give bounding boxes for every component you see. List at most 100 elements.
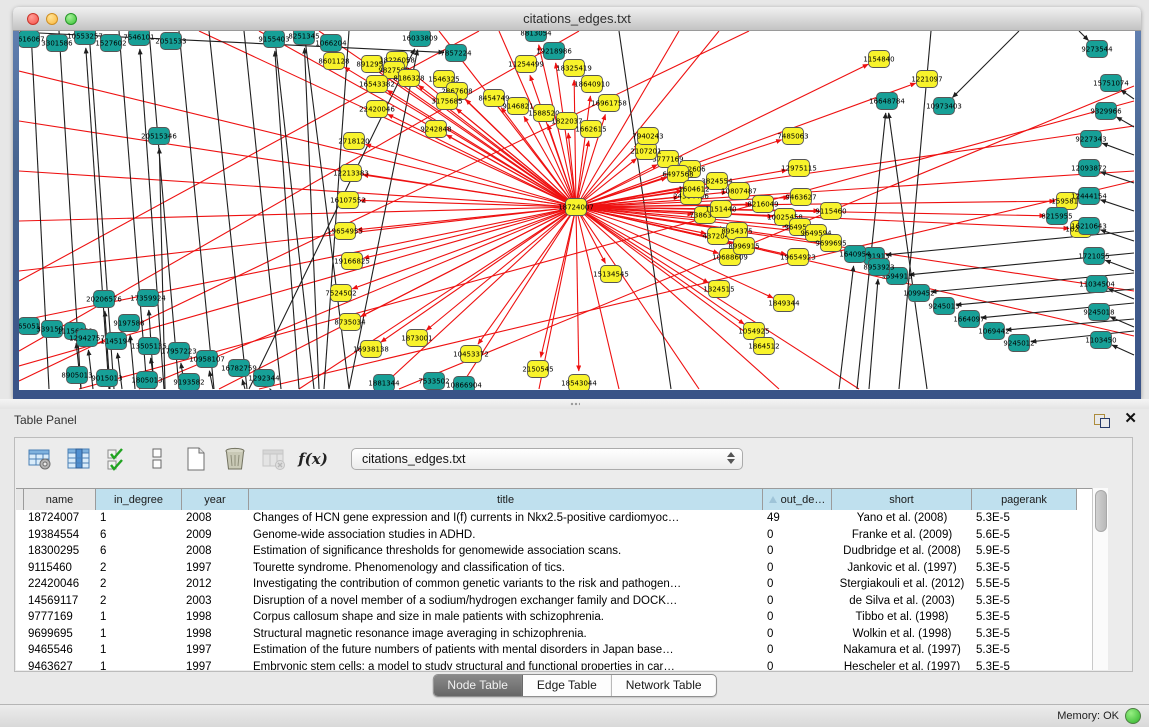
table-cell[interactable]: 1997 xyxy=(182,644,249,656)
table-cell[interactable]: 0 xyxy=(763,611,832,623)
network-graph-canvas[interactable]: 1872400786011288912955182260589827508818… xyxy=(19,31,1135,390)
graph-node[interactable]: 1881344 xyxy=(368,375,400,391)
graph-edge[interactable] xyxy=(952,31,1019,98)
table-cell[interactable]: Estimation of the future numbers of pati… xyxy=(249,644,763,656)
table-cell[interactable]: 5.5E-5 xyxy=(972,578,1077,590)
table-select-dropdown[interactable]: citations_edges.txt xyxy=(351,448,743,470)
table-cell[interactable]: Yano et al. (2008) xyxy=(832,512,972,524)
table-cell[interactable]: 0 xyxy=(763,628,832,640)
table-cell[interactable]: 0 xyxy=(763,562,832,574)
graph-node[interactable]: 9463627 xyxy=(785,189,816,206)
column-header-short[interactable]: short xyxy=(832,489,972,510)
table-cell[interactable]: Wolkin et al. (1998) xyxy=(832,628,972,640)
graph-node[interactable]: 1154840 xyxy=(863,51,894,68)
graph-edge[interactable] xyxy=(1105,260,1134,271)
table-cell[interactable]: Structural magnetic resonance image aver… xyxy=(249,628,763,640)
select-column-icon[interactable] xyxy=(64,444,94,474)
table-cell[interactable]: Jankovic et al. (1997) xyxy=(832,562,972,574)
close-panel-icon[interactable]: ✕ xyxy=(1124,411,1137,427)
graph-edge[interactable] xyxy=(242,380,245,389)
table-cell[interactable]: 5.6E-5 xyxy=(972,529,1077,541)
table-cell[interactable]: 5.3E-5 xyxy=(972,512,1077,524)
table-cell[interactable]: 0 xyxy=(763,595,832,607)
graph-node[interactable]: 19654923 xyxy=(780,249,816,266)
table-cell[interactable]: 2 xyxy=(96,595,182,607)
graph-node[interactable]: 11254499 xyxy=(508,56,544,73)
graph-edge[interactable] xyxy=(382,71,576,207)
table-cell[interactable]: 0 xyxy=(763,644,832,656)
table-cell[interactable]: Genome-wide association studies in ADHD. xyxy=(249,529,763,541)
graph-node[interactable]: 1221097 xyxy=(911,71,942,88)
table-cell[interactable]: 2003 xyxy=(182,595,249,607)
graph-node[interactable]: 2718120 xyxy=(338,133,369,150)
graph-node[interactable]: 1069442 xyxy=(978,323,1009,340)
graph-node[interactable]: 9245013 xyxy=(928,298,959,315)
table-row[interactable]: 2242004622012Investigating the contribut… xyxy=(16,576,1092,593)
graph-node[interactable]: 1849344 xyxy=(768,295,800,312)
table-row[interactable]: 1456911722003Disruption of a novel membe… xyxy=(16,593,1092,610)
graph-edge[interactable] xyxy=(1110,317,1134,327)
graph-edge[interactable] xyxy=(360,200,576,207)
table-cell[interactable]: 2009 xyxy=(182,529,249,541)
table-cell[interactable]: Tibbo et al. (1998) xyxy=(832,611,972,623)
table-cell[interactable]: 2 xyxy=(96,562,182,574)
table-cell[interactable]: 6 xyxy=(96,545,182,557)
table-cell[interactable]: 5.3E-5 xyxy=(972,595,1077,607)
column-header-indegree[interactable]: in_degree xyxy=(96,489,182,510)
table-settings-icon[interactable] xyxy=(25,444,55,474)
graph-node[interactable]: 18325419 xyxy=(556,60,592,77)
table-cell[interactable]: 1998 xyxy=(182,628,249,640)
graph-node[interactable]: 8905013 xyxy=(61,367,92,384)
table-row[interactable]: 969969511998Structural magnetic resonanc… xyxy=(16,626,1092,643)
graph-edge[interactable] xyxy=(117,353,122,389)
graph-edge[interactable] xyxy=(839,266,854,389)
table-row[interactable]: 946362711997Embryonic stem cells: a mode… xyxy=(16,659,1092,671)
graph-edge[interactable] xyxy=(79,101,1134,389)
table-cell[interactable]: Stergiakouli et al. (2012) xyxy=(832,578,972,590)
table-cell[interactable]: 2008 xyxy=(182,545,249,557)
graph-edge[interactable] xyxy=(576,207,699,389)
graph-edge[interactable] xyxy=(352,207,576,289)
table-cell[interactable]: Estimation of significance thresholds fo… xyxy=(249,545,763,557)
table-cell[interactable]: Franke et al. (2009) xyxy=(832,529,972,541)
table-cell[interactable]: 1998 xyxy=(182,611,249,623)
table-cell[interactable]: 0 xyxy=(763,545,832,557)
graph-node[interactable]: 12093872 xyxy=(1071,160,1107,177)
column-header-name[interactable]: name xyxy=(24,489,96,510)
zoom-window-button[interactable] xyxy=(65,13,77,25)
graph-edge[interactable] xyxy=(357,207,576,230)
graph-edge[interactable] xyxy=(1079,31,1089,41)
graph-node[interactable]: 15751074 xyxy=(1093,75,1129,92)
tab-network-table[interactable]: Network Table xyxy=(612,675,716,696)
graph-edge[interactable] xyxy=(956,289,1134,305)
table-cell[interactable]: Corpus callosum shape and size in male p… xyxy=(249,611,763,623)
graph-edge[interactable] xyxy=(1112,345,1134,355)
graph-edge[interactable] xyxy=(274,31,314,389)
table-cell[interactable]: Hescheler et al. (1997) xyxy=(832,661,972,670)
graph-node[interactable]: 9115460 xyxy=(815,203,846,220)
graph-node[interactable]: 1805013 xyxy=(131,372,162,389)
float-panel-icon[interactable] xyxy=(1094,411,1110,427)
table-row[interactable]: 977716911998Corpus callosum shape and si… xyxy=(16,609,1092,626)
table-cell[interactable]: 1 xyxy=(96,611,182,623)
graph-node[interactable]: 1103450 xyxy=(1085,332,1116,349)
table-cell[interactable]: 9465546 xyxy=(24,644,96,656)
graph-node[interactable]: 9245012 xyxy=(1003,335,1034,352)
table-cell[interactable]: 1 xyxy=(96,512,182,524)
table-cell[interactable]: 6 xyxy=(96,529,182,541)
table-cell[interactable]: Nakamura et al. (1997) xyxy=(832,644,972,656)
table-cell[interactable]: 5.3E-5 xyxy=(972,661,1077,670)
graph-node[interactable]: 8215955 xyxy=(1041,208,1072,225)
table-cell[interactable]: Disruption of a novel member of a sodium… xyxy=(249,595,763,607)
table-scrollbar-thumb[interactable] xyxy=(1095,490,1107,532)
table-cell[interactable]: 9115460 xyxy=(24,562,96,574)
graph-node[interactable]: 16648784 xyxy=(869,93,905,110)
panel-split-divider[interactable] xyxy=(0,399,1149,409)
graph-edge[interactable] xyxy=(88,350,93,389)
table-cell[interactable]: Tourette syndrome. Phenomenology and cla… xyxy=(249,562,763,574)
table-row[interactable]: 1938455462009Genome-wide association stu… xyxy=(16,527,1092,544)
table-cell[interactable]: 5.3E-5 xyxy=(972,611,1077,623)
graph-node[interactable]: 10866904 xyxy=(446,377,482,391)
graph-edge[interactable] xyxy=(576,207,579,371)
unselect-all-icon[interactable] xyxy=(142,444,172,474)
